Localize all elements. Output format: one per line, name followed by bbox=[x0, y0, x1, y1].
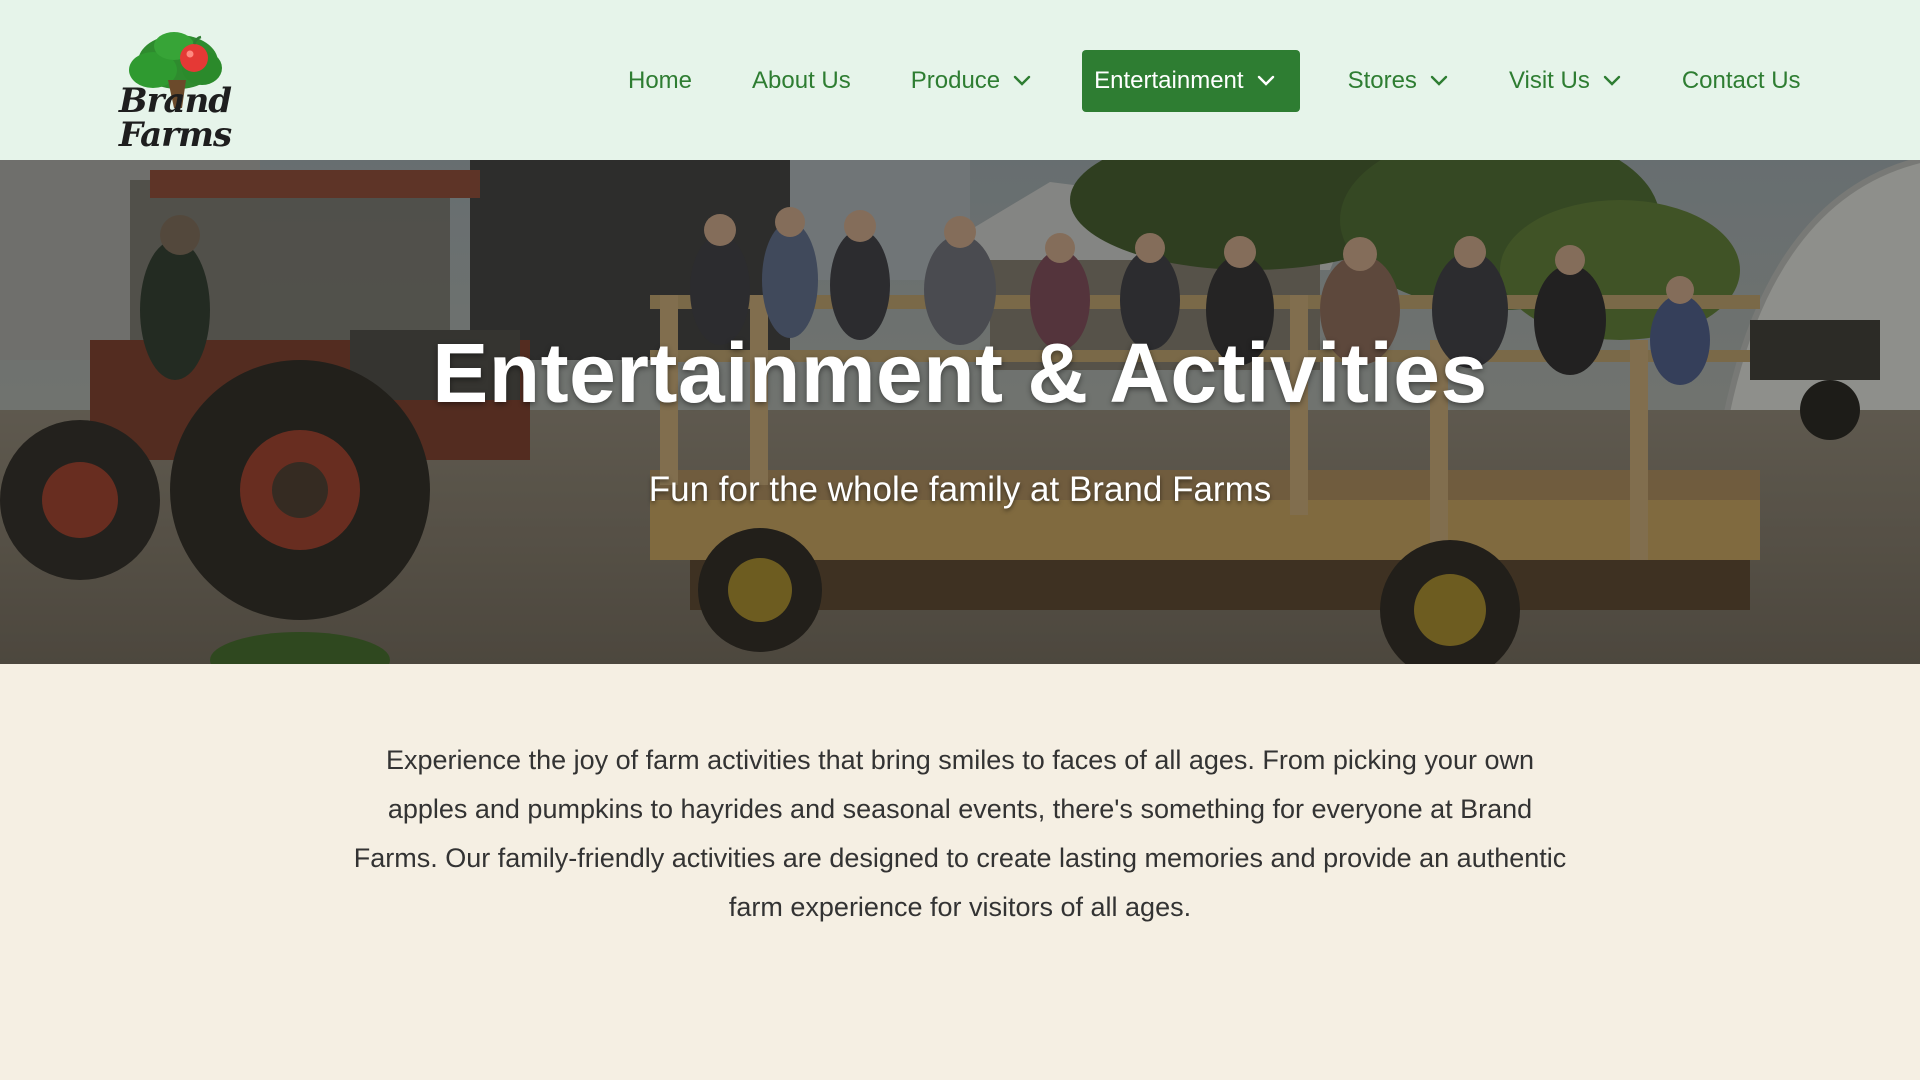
chevron-down-icon bbox=[1256, 75, 1276, 87]
site-header: Brand Farms Home About Us Produce Entert… bbox=[0, 0, 1920, 160]
chevron-down-icon bbox=[1012, 75, 1032, 87]
hero-banner: Entertainment & Activities Fun for the w… bbox=[0, 160, 1920, 664]
hero-title: Entertainment & Activities bbox=[432, 326, 1488, 420]
chevron-down-icon bbox=[1602, 75, 1622, 87]
main-nav: Home About Us Produce Entertainment Stor… bbox=[600, 50, 1801, 112]
nav-home[interactable]: Home bbox=[628, 50, 692, 112]
nav-contact-us[interactable]: Contact Us bbox=[1682, 50, 1801, 112]
nav-visit-us[interactable]: Visit Us bbox=[1509, 50, 1622, 112]
nav-visit-us-label: Visit Us bbox=[1508, 67, 1590, 94]
nav-produce-label: Produce bbox=[910, 67, 1001, 94]
nav-about-us[interactable]: About Us bbox=[752, 50, 851, 112]
intro-paragraph: Experience the joy of farm activities th… bbox=[353, 745, 1567, 922]
chevron-down-icon bbox=[1429, 75, 1449, 87]
nav-produce[interactable]: Produce bbox=[911, 50, 1032, 112]
nav-stores[interactable]: Stores bbox=[1348, 50, 1449, 112]
nav-entertainment-label: Entertainment bbox=[1094, 67, 1244, 94]
nav-entertainment[interactable]: Entertainment bbox=[1082, 50, 1300, 112]
brand-logo[interactable]: Brand Farms bbox=[98, 28, 252, 152]
hero-subtitle: Fun for the whole family at Brand Farms bbox=[648, 470, 1272, 509]
logo-wordmark: Brand Farms bbox=[118, 81, 232, 155]
nav-stores-label: Stores bbox=[1347, 67, 1417, 94]
